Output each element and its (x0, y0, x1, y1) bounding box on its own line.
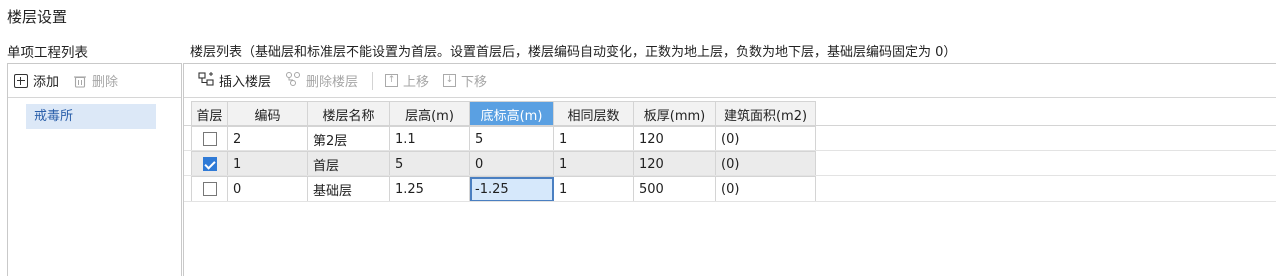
cell-base[interactable]: 5 (469, 126, 554, 152)
floor-table: 首层 编码 楼层名称 层高(m) 底标高(m) 相同层数 板厚(mm) 建筑面积… (191, 101, 816, 202)
first-floor-checkbox[interactable] (202, 132, 217, 146)
cell-same[interactable]: 1 (553, 151, 634, 177)
col-header-base[interactable]: 底标高(m) (469, 101, 554, 127)
insert-floor-label: 插入楼层 (219, 75, 272, 90)
delete-floor-icon (285, 71, 301, 91)
project-toolbar: 添加 删除 (8, 64, 181, 98)
table-row[interactable]: 1 首层 5 0 1 120 (0) (191, 151, 816, 177)
col-header-same[interactable]: 相同层数 (553, 101, 634, 127)
add-project-button[interactable]: 添加 (14, 71, 59, 90)
cell-height[interactable]: 1.25 (389, 176, 470, 202)
cell-height[interactable]: 1.1 (389, 126, 470, 152)
move-up-label: 上移 (403, 75, 430, 90)
trash-icon (73, 74, 87, 88)
add-icon (14, 73, 28, 88)
cell-area: (0) (715, 126, 816, 152)
toolbar-separator (372, 71, 374, 90)
row-line (184, 201, 1276, 202)
move-down-button[interactable]: ↓ 下移 (443, 71, 487, 90)
first-floor-checkbox[interactable] (202, 182, 217, 196)
floor-list-header: 楼层列表（基础层和标准层不能设置为首层。设置首层后，楼层编码自动变化，正数为地上… (190, 45, 957, 60)
cell-thickness[interactable]: 120 (633, 151, 716, 177)
col-header-thickness[interactable]: 板厚(mm) (633, 101, 716, 127)
floor-list-panel: 插入楼层 删除楼层 ↑ 上移 ↓ 下移 首层 编码 楼层名称 层高(m) 底标高… (183, 63, 1276, 276)
cell-same[interactable]: 1 (553, 176, 634, 202)
row-line (184, 175, 1276, 176)
table-row[interactable]: 0 基础层 1.25 -1.25 1 500 (0) (191, 176, 816, 202)
cell-area: (0) (715, 176, 816, 202)
cell-area: (0) (715, 151, 816, 177)
delete-project-button[interactable]: 删除 (73, 71, 118, 90)
project-list-header: 单项工程列表 (7, 45, 88, 61)
first-floor-checkbox[interactable] (202, 157, 217, 171)
move-down-label: 下移 (461, 75, 488, 90)
dialog-title: 楼层设置 (7, 8, 68, 26)
table-row[interactable]: 2 第2层 1.1 5 1 120 (0) (191, 126, 816, 152)
cell-same[interactable]: 1 (553, 126, 634, 152)
cell-code[interactable]: 0 (227, 176, 308, 202)
cell-code[interactable]: 2 (227, 126, 308, 152)
table-header-row: 首层 编码 楼层名称 层高(m) 底标高(m) 相同层数 板厚(mm) 建筑面积… (191, 101, 816, 127)
move-up-button[interactable]: ↑ 上移 (385, 71, 429, 90)
cell-thickness[interactable]: 500 (633, 176, 716, 202)
insert-floor-icon (198, 71, 214, 91)
arrow-down-icon: ↓ (443, 74, 457, 87)
cell-name[interactable]: 首层 (307, 151, 390, 177)
col-header-area[interactable]: 建筑面积(m2) (715, 101, 816, 127)
col-header-first[interactable]: 首层 (191, 101, 228, 127)
cell-name[interactable]: 第2层 (307, 126, 390, 152)
cell-code[interactable]: 1 (227, 151, 308, 177)
project-list-panel: 添加 删除 戒毒所 (7, 63, 182, 276)
cell-height[interactable]: 5 (389, 151, 470, 177)
project-item[interactable]: 戒毒所 (26, 104, 156, 129)
header-row-line (184, 125, 1276, 126)
insert-floor-button[interactable]: 插入楼层 (198, 71, 271, 91)
col-header-name[interactable]: 楼层名称 (307, 101, 390, 127)
add-label: 添加 (33, 75, 60, 90)
row-line (184, 150, 1276, 151)
col-header-code[interactable]: 编码 (227, 101, 308, 127)
col-header-height[interactable]: 层高(m) (389, 101, 470, 127)
cell-thickness[interactable]: 120 (633, 126, 716, 152)
cell-name[interactable]: 基础层 (307, 176, 390, 202)
cell-base[interactable]: 0 (469, 151, 554, 177)
floor-toolbar: 插入楼层 删除楼层 ↑ 上移 ↓ 下移 (184, 64, 1276, 98)
delete-floor-label: 删除楼层 (306, 75, 359, 90)
arrow-up-icon: ↑ (385, 74, 399, 87)
delete-floor-button[interactable]: 删除楼层 (285, 71, 358, 91)
cell-base-editing[interactable]: -1.25 (469, 176, 554, 202)
delete-label: 删除 (92, 75, 119, 90)
